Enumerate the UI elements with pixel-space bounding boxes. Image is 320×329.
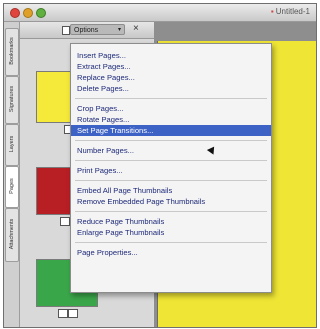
menu-item-delete-pages[interactable]: Delete Pages...	[71, 83, 271, 94]
minimize-window-button[interactable]	[23, 8, 33, 18]
side-tab-strip: Bookmarks Signatures Layers Pages Attach…	[4, 22, 20, 327]
document-icon: ▪	[270, 7, 274, 16]
options-dropdown-menu: Insert Pages... Extract Pages... Replace…	[70, 43, 272, 293]
menu-item-set-page-transitions[interactable]: Set Page Transitions...	[71, 125, 271, 136]
menu-item-insert-pages[interactable]: Insert Pages...	[71, 50, 271, 61]
menu-item-replace-pages[interactable]: Replace Pages...	[71, 72, 271, 83]
menu-separator	[75, 160, 267, 161]
menu-item-number-pages[interactable]: Number Pages...	[71, 145, 271, 156]
close-window-button[interactable]	[10, 8, 20, 18]
menu-item-remove-embedded-thumbnails[interactable]: Remove Embedded Page Thumbnails	[71, 196, 271, 207]
menu-separator	[75, 242, 267, 243]
menu-separator	[75, 140, 267, 141]
zoom-window-button[interactable]	[36, 8, 46, 18]
options-label: Options	[74, 27, 99, 34]
title-bar: ▪ Untitled-1	[4, 4, 316, 22]
document-title: ▪ Untitled-1	[271, 7, 310, 16]
page-icon	[62, 26, 70, 35]
menu-separator	[75, 180, 267, 181]
tab-attachments-label: Attachments	[9, 218, 15, 250]
menu-item-enlarge-thumbnails[interactable]: Enlarge Page Thumbnails	[71, 227, 271, 238]
menu-item-reduce-thumbnails[interactable]: Reduce Page Thumbnails	[71, 216, 271, 227]
menu-separator	[75, 98, 267, 99]
pages-panel-header: Options ▾ ×	[20, 22, 154, 39]
menu-item-print-pages[interactable]: Print Pages...	[71, 165, 271, 176]
page-number-box	[60, 217, 70, 226]
tab-pages[interactable]: Pages	[5, 166, 19, 208]
document-title-text: Untitled-1	[275, 7, 310, 16]
menu-item-rotate-pages[interactable]: Rotate Pages...	[71, 114, 271, 125]
menu-item-embed-thumbnails[interactable]: Embed All Page Thumbnails	[71, 185, 271, 196]
tab-attachments[interactable]: Attachments	[5, 208, 19, 262]
menu-item-extract-pages[interactable]: Extract Pages...	[71, 61, 271, 72]
menu-item-crop-pages[interactable]: Crop Pages...	[71, 103, 271, 114]
page-number-box	[68, 309, 78, 318]
page-number-box	[58, 309, 68, 318]
menu-separator	[75, 211, 267, 212]
options-menu-button[interactable]: Options ▾	[70, 24, 125, 35]
menu-item-page-properties[interactable]: Page Properties...	[71, 247, 271, 258]
chevron-down-icon: ▾	[117, 27, 121, 33]
close-panel-icon[interactable]: ×	[133, 23, 139, 34]
application-window: ▪ Untitled-1 Bookmarks Signatures Layers …	[3, 3, 317, 328]
